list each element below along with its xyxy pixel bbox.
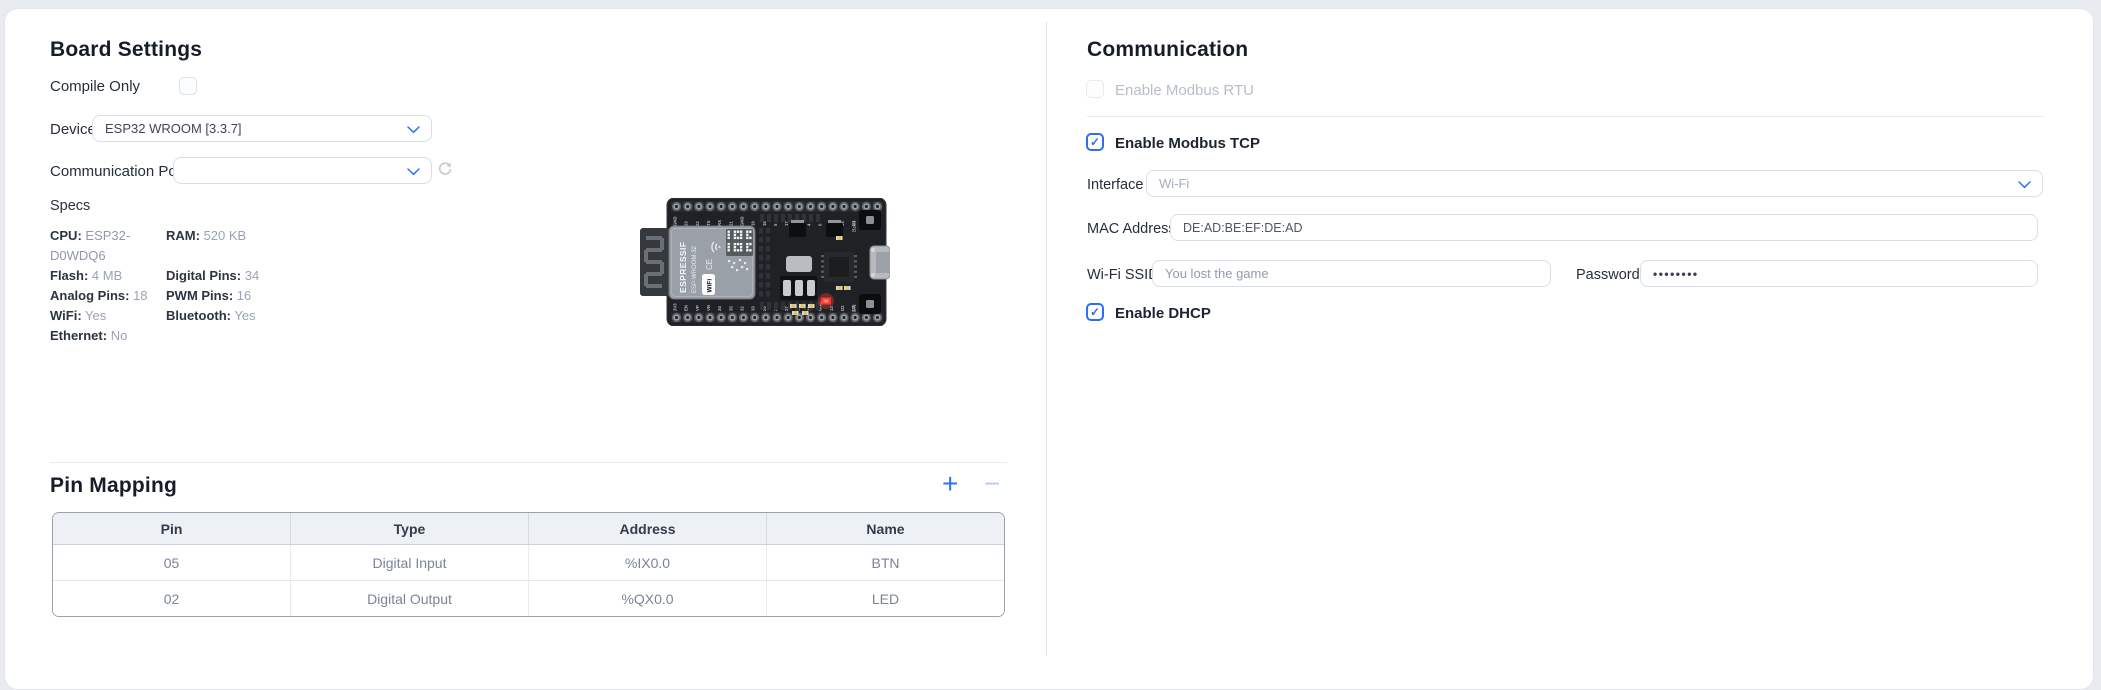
column-header-address: Address bbox=[529, 513, 767, 544]
column-header-type: Type bbox=[291, 513, 529, 544]
svg-text:TX: TX bbox=[706, 220, 711, 226]
enable-dhcp-label: Enable DHCP bbox=[1115, 305, 1211, 322]
cell-address: %IX0.0 bbox=[529, 545, 767, 580]
mac-address-input[interactable]: DE:AD:BE:EF:DE:AD bbox=[1170, 214, 2038, 241]
svg-text:D2: D2 bbox=[840, 305, 845, 311]
spec-item: PWM Pins: 16 bbox=[166, 288, 252, 303]
spec-item: Analog Pins: 18 bbox=[50, 288, 148, 303]
chevron-down-icon bbox=[407, 168, 420, 176]
module-brand-text: ESPRESSIF bbox=[678, 242, 688, 293]
svg-text:35: 35 bbox=[728, 306, 733, 311]
interface-label: Interface bbox=[1087, 177, 1144, 193]
refresh-icon[interactable] bbox=[436, 160, 454, 178]
communication-port-select[interactable] bbox=[173, 157, 432, 184]
spec-item: Flash: 4 MB bbox=[50, 268, 123, 283]
spec-item: CPU: ESP32-D0WDQ6 bbox=[50, 228, 131, 263]
cell-name: LED bbox=[871, 590, 900, 607]
compile-only-label: Compile Only bbox=[50, 78, 141, 95]
add-row-button[interactable]: + bbox=[942, 470, 958, 498]
svg-text:32: 32 bbox=[740, 306, 745, 311]
column-header-name: Name bbox=[866, 520, 905, 537]
pin-mapping-table: Pin Type Address Name 05 Digital Input %… bbox=[52, 512, 1005, 617]
device-select[interactable]: ESP32 WROOM [3.3.7] bbox=[92, 115, 432, 142]
spec-item: RAM: 520 KB bbox=[166, 228, 247, 243]
spec-item: WiFi: Yes bbox=[50, 308, 107, 323]
board-image: GND2322TXRX21GND19185171640215D1D0CLK3V3… bbox=[640, 197, 891, 327]
column-header-pin: Pin bbox=[53, 513, 291, 544]
table-header: Pin Type Address Name bbox=[53, 513, 1004, 545]
module-name-text: ESP-WROOM-32 bbox=[692, 245, 698, 293]
svg-text:19: 19 bbox=[751, 221, 756, 226]
enable-modbus-tcp-checkbox[interactable]: ✓ bbox=[1086, 133, 1104, 151]
svg-text:21: 21 bbox=[728, 221, 733, 226]
pin-mapping-title: Pin Mapping bbox=[50, 474, 178, 497]
svg-text:34: 34 bbox=[717, 306, 722, 311]
svg-text:VN: VN bbox=[706, 305, 711, 311]
enable-modbus-rtu-checkbox[interactable] bbox=[1086, 80, 1104, 98]
specs-grid: CPU: ESP32-D0WDQ6 RAM: 520 KB Flash: 4 M… bbox=[50, 226, 380, 346]
section-divider bbox=[50, 462, 1007, 463]
svg-text:RX: RX bbox=[717, 220, 722, 226]
ce-mark-text: CE bbox=[705, 259, 714, 270]
cell-type: Digital Output bbox=[291, 581, 529, 616]
table-row[interactable]: 02 Digital Output %QX0.0 LED bbox=[53, 581, 1004, 616]
enable-modbus-rtu-label: Enable Modbus RTU bbox=[1115, 82, 1254, 99]
boot-button-text: Boot bbox=[852, 220, 858, 232]
svg-text:VP: VP bbox=[695, 305, 700, 311]
device-value: ESP32 WROOM [3.3.7] bbox=[105, 121, 242, 136]
cell-type: Digital Input bbox=[291, 545, 529, 580]
specs-title: Specs bbox=[50, 198, 91, 214]
wifi-ssid-input[interactable]: You lost the game bbox=[1152, 260, 1551, 287]
svg-text:33: 33 bbox=[751, 306, 756, 311]
communication-divider bbox=[1087, 116, 2043, 117]
password-label: Password bbox=[1576, 267, 1640, 283]
wifi-ssid-value: You lost the game bbox=[1165, 266, 1269, 281]
enable-dhcp-checkbox[interactable]: ✓ bbox=[1086, 303, 1104, 321]
cell-name: BTN bbox=[871, 554, 900, 571]
interface-value: Wi-Fi bbox=[1159, 176, 1190, 191]
check-icon: ✓ bbox=[1089, 135, 1101, 149]
wifi-badge-text: WiFi bbox=[707, 279, 714, 293]
en-button-text: EN bbox=[852, 304, 858, 312]
cell-address: %QX0.0 bbox=[529, 581, 767, 616]
enable-modbus-tcp-label: Enable Modbus TCP bbox=[1115, 135, 1261, 152]
communication-title: Communication bbox=[1087, 38, 1249, 61]
cell-pin: 05 bbox=[53, 545, 291, 580]
board-image-svg: GND2322TXRX21GND19185171640215D1D0CLK3V3… bbox=[640, 197, 891, 327]
svg-text:23: 23 bbox=[684, 221, 689, 226]
password-input[interactable]: •••••••• bbox=[1640, 260, 2038, 287]
mac-address-label: MAC Address bbox=[1087, 221, 1176, 237]
board-settings-title: Board Settings bbox=[50, 38, 203, 61]
spec-item: Ethernet: No bbox=[50, 328, 128, 343]
svg-text:GND: GND bbox=[673, 216, 678, 226]
chevron-down-icon bbox=[2018, 181, 2031, 189]
svg-text:EN: EN bbox=[684, 305, 689, 311]
svg-text:22: 22 bbox=[695, 221, 700, 226]
spec-item: Bluetooth: Yes bbox=[166, 308, 256, 323]
device-label: Device bbox=[50, 121, 96, 138]
spec-item: Digital Pins: 34 bbox=[166, 268, 260, 283]
svg-text:GND: GND bbox=[740, 216, 745, 226]
svg-text:3V3: 3V3 bbox=[673, 303, 678, 311]
table-row[interactable]: 05 Digital Input %IX0.0 BTN bbox=[53, 545, 1004, 581]
cell-pin: 02 bbox=[53, 581, 291, 616]
communication-port-label: Communication Port bbox=[50, 163, 186, 180]
password-masked-value: •••••••• bbox=[1653, 266, 1699, 281]
remove-row-button[interactable]: − bbox=[984, 470, 1000, 498]
compile-only-checkbox[interactable] bbox=[179, 77, 197, 95]
panel-divider bbox=[1046, 22, 1047, 656]
interface-select[interactable]: Wi-Fi bbox=[1146, 170, 2043, 197]
check-icon: ✓ bbox=[1089, 305, 1101, 319]
wifi-ssid-label: Wi-Fi SSID bbox=[1087, 267, 1159, 283]
mac-address-value: DE:AD:BE:EF:DE:AD bbox=[1183, 220, 1303, 235]
chevron-down-icon bbox=[407, 126, 420, 134]
